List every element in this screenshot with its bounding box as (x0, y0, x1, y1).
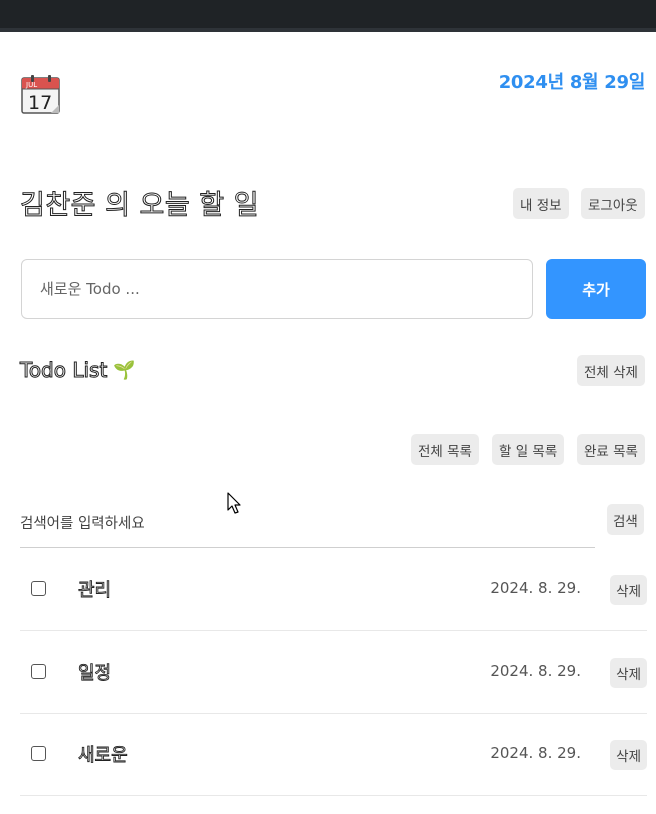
browser-top-bar (0, 0, 656, 32)
filter-todo-button[interactable]: 할 일 목록 (492, 434, 565, 465)
todo-text: 일정 (78, 663, 112, 685)
calendar-icon: JUL 17 (21, 75, 60, 114)
calendar-month: JUL (25, 81, 37, 89)
filter-done-button[interactable]: 완료 목록 (577, 434, 645, 465)
todo-text: 관리 (78, 580, 112, 602)
delete-todo-button[interactable]: 삭제 (610, 575, 647, 605)
page-title: 김찬준 의 오늘 할 일 (19, 190, 260, 222)
todo-row: 관리 2024. 8. 29. 삭제 (20, 548, 647, 631)
search-button[interactable]: 검색 (607, 504, 644, 535)
todo-list-title: Todo List 🌱 (19, 358, 136, 383)
logout-button[interactable]: 로그아웃 (581, 188, 645, 219)
new-todo-input[interactable] (21, 259, 533, 319)
todo-date: 2024. 8. 29. (490, 579, 581, 597)
search-input[interactable] (20, 500, 595, 548)
filter-all-button[interactable]: 전체 목록 (411, 434, 479, 465)
todo-checkbox[interactable] (31, 664, 46, 679)
todo-text: 새로운 (78, 745, 129, 767)
todo-date: 2024. 8. 29. (490, 744, 581, 762)
todo-checkbox[interactable] (31, 746, 46, 761)
mouse-cursor-icon (227, 492, 241, 514)
delete-all-button[interactable]: 전체 삭제 (577, 355, 645, 386)
todo-date: 2024. 8. 29. (490, 662, 581, 680)
add-todo-button[interactable]: 추가 (546, 259, 646, 319)
my-info-button[interactable]: 내 정보 (513, 188, 569, 219)
todo-list-title-text: Todo List (19, 358, 108, 383)
seedling-icon: 🌱 (113, 359, 136, 381)
todo-checkbox[interactable] (31, 581, 46, 596)
delete-todo-button[interactable]: 삭제 (610, 740, 647, 770)
delete-todo-button[interactable]: 삭제 (610, 658, 647, 688)
todo-row: 새로운 2024. 8. 29. 삭제 (20, 713, 647, 796)
todo-row: 일정 2024. 8. 29. 삭제 (20, 631, 647, 714)
current-date: 2024년 8월 29일 (498, 72, 646, 93)
calendar-day: 17 (28, 92, 52, 114)
